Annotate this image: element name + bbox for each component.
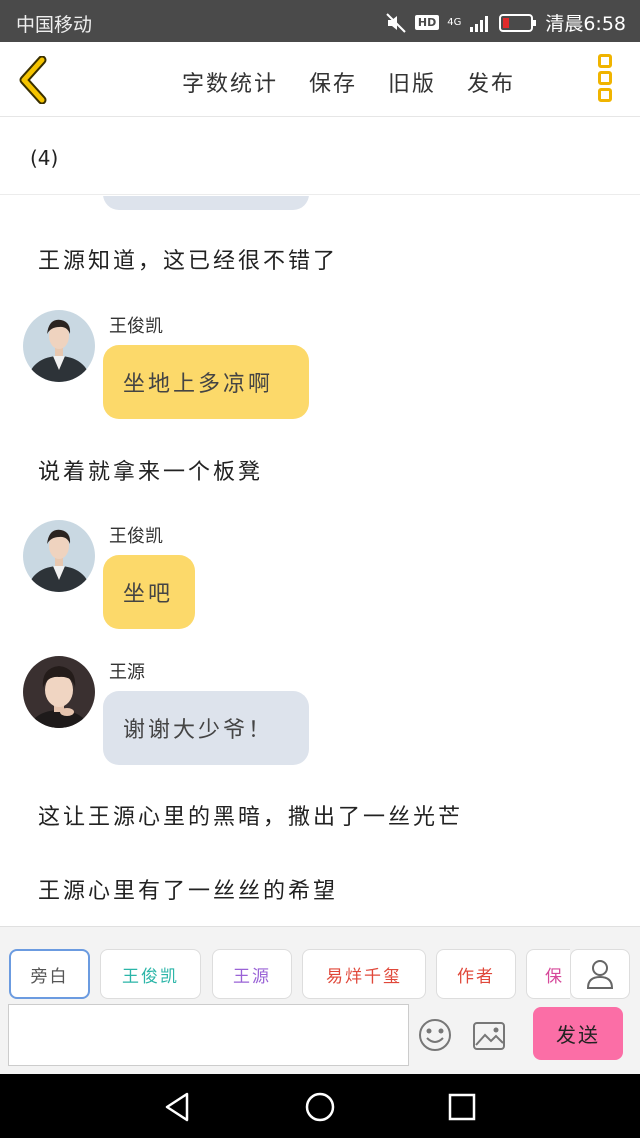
more-dot-icon: [598, 88, 612, 102]
more-dot-icon: [598, 54, 612, 68]
status-time: 清晨6:58: [545, 13, 626, 35]
hd-badge: HD: [414, 15, 440, 30]
message-text: 坐地上多凉啊: [123, 372, 274, 397]
save-button[interactable]: 保存: [309, 66, 357, 98]
emoji-button[interactable]: [418, 1018, 452, 1052]
nav-back-button[interactable]: [161, 1090, 195, 1124]
send-button[interactable]: 发送: [533, 1007, 623, 1060]
top-nav: 字数统计 保存 旧版 发布: [0, 42, 640, 117]
message-bubble[interactable]: 坐吧: [103, 555, 195, 629]
old-version-button[interactable]: 旧版: [388, 66, 436, 98]
carrier-name: 中国移动: [16, 14, 93, 36]
signal-icon: [469, 13, 491, 33]
message-input[interactable]: [8, 1004, 409, 1066]
role-label: 易烊千玺: [326, 966, 402, 987]
more-menu-button[interactable]: [594, 54, 616, 106]
speaker-name: 王俊凯: [109, 316, 163, 337]
person-icon: [586, 960, 614, 989]
chapter-header: (4): [0, 118, 640, 195]
role-chip-wangyuan[interactable]: 王源: [212, 949, 292, 999]
back-button[interactable]: [14, 55, 54, 105]
speaker-name: 王源: [109, 662, 145, 683]
story-content[interactable]: 王源知道，这已经很不错了 王俊凯 坐地上多凉啊 说着就拿来一个板凳 王俊凯 坐吧: [0, 196, 640, 926]
circle-home-icon: [305, 1092, 335, 1122]
add-role-button[interactable]: [570, 949, 630, 999]
role-label: 旁白: [30, 966, 69, 987]
narration-text[interactable]: 说着就拿来一个板凳: [38, 454, 263, 486]
system-nav-bar: [0, 1074, 640, 1138]
message-bubble[interactable]: 坐地上多凉啊: [103, 345, 309, 419]
chapter-title: (4): [30, 146, 59, 170]
speaker-name: 王俊凯: [109, 526, 163, 547]
nav-home-button[interactable]: [303, 1090, 337, 1124]
role-chip-narrator[interactable]: 旁白: [9, 949, 90, 999]
message-bubble[interactable]: [103, 196, 309, 210]
avatar-wangjunkai[interactable]: [23, 520, 95, 592]
status-icons: HD 4G 清晨6:58: [385, 9, 626, 36]
role-chip-yiyangqianxi[interactable]: 易烊千玺: [302, 949, 426, 999]
image-icon: [473, 1022, 505, 1050]
avatar-wangjunkai[interactable]: [23, 310, 95, 382]
status-bar: 中国移动 HD 4G 清晨6:58: [0, 0, 640, 42]
role-label: 保: [545, 966, 564, 987]
nav-actions: 字数统计 保存 旧版 发布: [182, 66, 515, 98]
image-button[interactable]: [472, 1021, 506, 1051]
role-label: 作者: [457, 966, 495, 987]
message-text: 坐吧: [123, 582, 174, 607]
more-dot-icon: [598, 71, 612, 85]
triangle-back-icon: [165, 1092, 189, 1122]
battery-icon: [499, 13, 537, 33]
mute-icon: [385, 12, 407, 34]
avatar-wangyuan[interactable]: [23, 656, 95, 728]
word-count-button[interactable]: 字数统计: [182, 66, 278, 98]
chevron-left-icon: [19, 55, 47, 105]
role-label: 王俊凯: [122, 966, 179, 987]
narration-text[interactable]: 这让王源心里的黑暗，撒出了一丝光芒: [38, 799, 463, 831]
square-recents-icon: [448, 1093, 476, 1121]
publish-button[interactable]: 发布: [467, 66, 515, 98]
message-text: 谢谢大少爷！: [123, 718, 274, 743]
role-chip-author[interactable]: 作者: [436, 949, 516, 999]
role-label: 王源: [233, 966, 271, 987]
role-chip-wangjunkai[interactable]: 王俊凯: [100, 949, 201, 999]
narration-text[interactable]: 王源心里有了一丝丝的希望: [38, 873, 338, 905]
nav-recents-button[interactable]: [445, 1090, 479, 1124]
input-panel: 旁白 王俊凯 王源 易烊千玺 作者 保 发送: [0, 926, 640, 1074]
narration-text[interactable]: 王源知道，这已经很不错了: [38, 243, 338, 275]
smiley-icon: [419, 1019, 451, 1051]
message-bubble[interactable]: 谢谢大少爷！: [103, 691, 309, 765]
network-type: 4G: [447, 16, 462, 28]
role-selector: 旁白 王俊凯 王源 易烊千玺 作者 保: [0, 949, 570, 1001]
role-chip-partial[interactable]: 保: [526, 949, 570, 999]
